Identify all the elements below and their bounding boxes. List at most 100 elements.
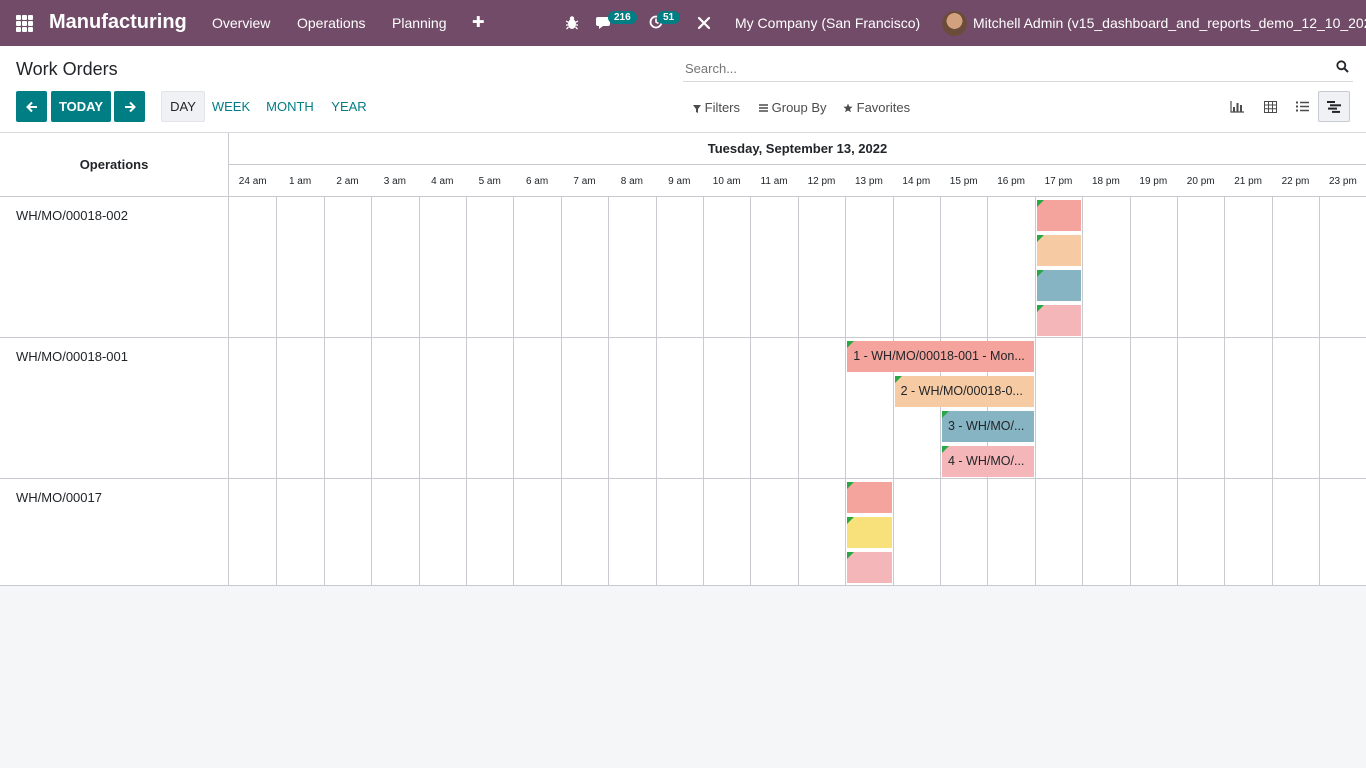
work-order-pill[interactable] (1036, 200, 1082, 231)
hour-label: 3 am (383, 175, 406, 187)
scale-week[interactable]: WEEK (209, 91, 253, 122)
hour-label: 4 am (431, 175, 454, 187)
work-order-pill[interactable] (847, 517, 892, 548)
gantt-row: WH/MO/00018-001 (0, 338, 1366, 479)
row-label[interactable]: WH/MO/00018-001 (16, 349, 128, 364)
hour-gridline (1319, 197, 1320, 586)
gantt-row: WH/MO/00017 (0, 479, 1366, 586)
menu-overview[interactable]: Overview (212, 15, 270, 31)
hour-label: 17 pm (1044, 175, 1073, 187)
filters-button[interactable]: Filters (693, 100, 740, 115)
work-order-pill[interactable] (1036, 270, 1082, 301)
hour-label: 12 pm (807, 175, 836, 187)
bug-icon[interactable] (565, 15, 579, 30)
scale-year[interactable]: YEAR (328, 91, 370, 122)
hour-label: 10 am (712, 175, 741, 187)
list-view-button[interactable] (1286, 91, 1318, 122)
control-panel: Work Orders TODAY DAY WEEK MONTH YEAR Fi… (0, 46, 1366, 133)
next-button[interactable] (114, 91, 145, 122)
page-title: Work Orders (16, 59, 118, 79)
hour-label: 18 pm (1091, 175, 1120, 187)
hour-label: 5 am (478, 175, 501, 187)
star-icon (843, 103, 853, 113)
row-label[interactable]: WH/MO/00018-002 (16, 208, 128, 223)
hour-label: 11 am (760, 175, 788, 187)
chat-count-badge: 216 (608, 11, 637, 24)
favorites-button[interactable]: Favorites (843, 100, 910, 115)
search-bar (683, 55, 1353, 82)
pivot-icon (1263, 100, 1277, 113)
hour-label: 14 pm (902, 175, 931, 187)
scale-day[interactable]: DAY (161, 91, 205, 122)
hour-gridline (276, 197, 277, 586)
work-order-pill[interactable]: 4 - WH/MO/... (942, 446, 1034, 477)
company-switcher[interactable]: My Company (San Francisco) (735, 15, 920, 31)
hour-header: 24 am 1 am 2 am 3 am 4 am 5 am 6 am 7 am 8 am 9 a… (229, 165, 1366, 197)
hour-gridline (845, 197, 846, 586)
gantt-view-button[interactable] (1318, 91, 1350, 122)
hour-label: 16 pm (997, 175, 1025, 187)
hour-gridline (419, 197, 420, 586)
pivot-view-button[interactable] (1254, 91, 1286, 122)
hour-label: 9 am (668, 175, 691, 187)
top-navbar: Manufacturing Overview Operations Planni… (0, 0, 1366, 46)
activity-count-badge: 51 (657, 11, 681, 24)
hour-label: 20 pm (1186, 175, 1215, 187)
arrow-left-icon (25, 101, 37, 112)
row-label[interactable]: WH/MO/00017 (16, 490, 102, 505)
rowhead-title: Operations (0, 133, 229, 197)
user-menu[interactable]: Mitchell Admin (v15_dashboard_and_report… (973, 15, 1366, 31)
work-order-pill[interactable] (1036, 235, 1082, 266)
today-button[interactable]: TODAY (51, 91, 111, 122)
hour-gridline (798, 197, 799, 586)
gantt-body: WH/MO/00018-002 WH/MO/00018-001 WH/MO/00… (0, 197, 1366, 586)
gantt-date-header: Tuesday, September 13, 2022 (229, 133, 1366, 165)
app-name[interactable]: Manufacturing (49, 11, 187, 34)
hour-label: 7 am (573, 175, 596, 187)
hour-label: 2 am (336, 175, 359, 187)
tools-icon[interactable] (697, 16, 711, 30)
hour-gridline (703, 197, 704, 586)
arrow-right-icon (124, 101, 136, 112)
hour-gridline (656, 197, 657, 586)
hour-label: 8 am (620, 175, 643, 187)
hour-gridline (1130, 197, 1131, 586)
filters-label: Filters (704, 100, 741, 115)
apps-menu-icon[interactable] (16, 15, 33, 32)
favorites-label: Favorites (856, 100, 911, 115)
hour-label: 19 pm (1139, 175, 1168, 187)
gantt-row: WH/MO/00018-002 (0, 197, 1366, 338)
scale-month[interactable]: MONTH (263, 91, 317, 122)
previous-button[interactable] (16, 91, 47, 122)
graph-view-button[interactable] (1221, 91, 1253, 122)
graph-icon (1230, 100, 1244, 113)
hour-gridline (1272, 197, 1273, 586)
user-avatar[interactable] (942, 11, 967, 36)
view-switcher (1221, 91, 1351, 122)
hour-label: 13 pm (854, 175, 883, 187)
menu-planning[interactable]: Planning (392, 15, 447, 31)
work-order-pill[interactable] (1036, 305, 1082, 336)
search-icon[interactable] (1336, 60, 1349, 73)
hour-gridline (371, 197, 372, 586)
groupby-label: Group By (771, 100, 827, 115)
hour-gridline (1082, 197, 1083, 586)
hour-label: 1 am (288, 175, 312, 187)
work-order-pill[interactable]: 3 - WH/MO/... (942, 411, 1034, 442)
gantt-icon (1327, 100, 1341, 113)
hour-gridline (513, 197, 514, 586)
hour-gridline (1177, 197, 1178, 586)
work-order-pill[interactable] (847, 552, 892, 583)
work-order-pill[interactable]: 1 - WH/MO/00018-001 - Mon... (847, 341, 1034, 372)
search-input[interactable] (683, 55, 1313, 81)
groupby-icon (759, 104, 768, 112)
work-order-pill[interactable] (847, 482, 892, 513)
groupby-button[interactable]: Group By (759, 100, 827, 115)
plus-icon[interactable]: ✚ (472, 13, 485, 31)
gantt-view: Operations Tuesday, September 13, 2022 2… (0, 133, 1366, 586)
hour-label: 21 pm (1234, 175, 1262, 187)
menu-operations[interactable]: Operations (297, 15, 365, 31)
list-icon (1295, 101, 1309, 112)
work-order-pill[interactable]: 2 - WH/MO/00018-0... (894, 376, 1034, 407)
hour-label: 6 am (525, 175, 549, 187)
